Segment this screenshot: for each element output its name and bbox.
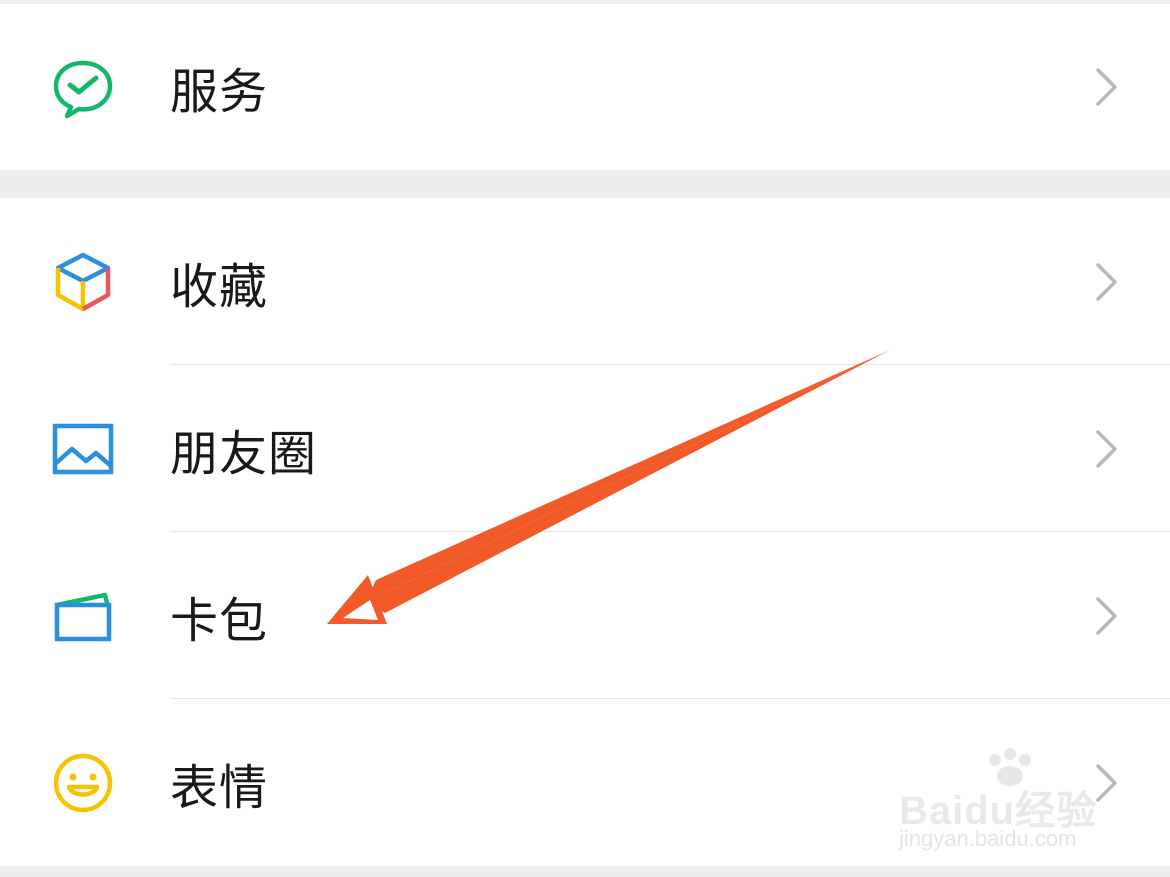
menu-item-label: 收藏 bbox=[170, 258, 269, 315]
wechat-pay-icon bbox=[50, 54, 116, 120]
card-wallet-icon bbox=[50, 583, 116, 649]
sticker-smiley-icon bbox=[50, 750, 116, 816]
menu-item-favorites[interactable]: 收藏 bbox=[0, 198, 1170, 365]
menu-item-label: 表情 bbox=[170, 759, 269, 816]
favorites-cube-icon bbox=[50, 249, 116, 315]
chevron-right-icon bbox=[1094, 261, 1120, 303]
menu-item-label: 服务 bbox=[170, 64, 269, 120]
services-group: 服务 bbox=[0, 4, 1170, 170]
menu-item-moments[interactable]: 朋友圈 bbox=[0, 365, 1170, 532]
menu-item-stickers[interactable]: 表情 bbox=[0, 699, 1170, 866]
chevron-right-icon bbox=[1094, 595, 1120, 637]
moments-picture-icon bbox=[50, 416, 116, 482]
menu-item-label: 卡包 bbox=[170, 592, 269, 649]
menu-item-card-wallet[interactable]: 卡包 bbox=[0, 532, 1170, 699]
features-group: 收藏 朋友圈 卡包 表情 bbox=[0, 198, 1170, 866]
menu-item-services[interactable]: 服务 bbox=[0, 4, 1170, 170]
chevron-right-icon bbox=[1094, 762, 1120, 804]
settings-page: 服务 收藏 朋友圈 卡包 表情 Baidu经验 jingyan.baidu.co… bbox=[0, 0, 1170, 877]
chevron-right-icon bbox=[1094, 428, 1120, 470]
chevron-right-icon bbox=[1094, 66, 1120, 108]
menu-item-label: 朋友圈 bbox=[170, 425, 318, 482]
